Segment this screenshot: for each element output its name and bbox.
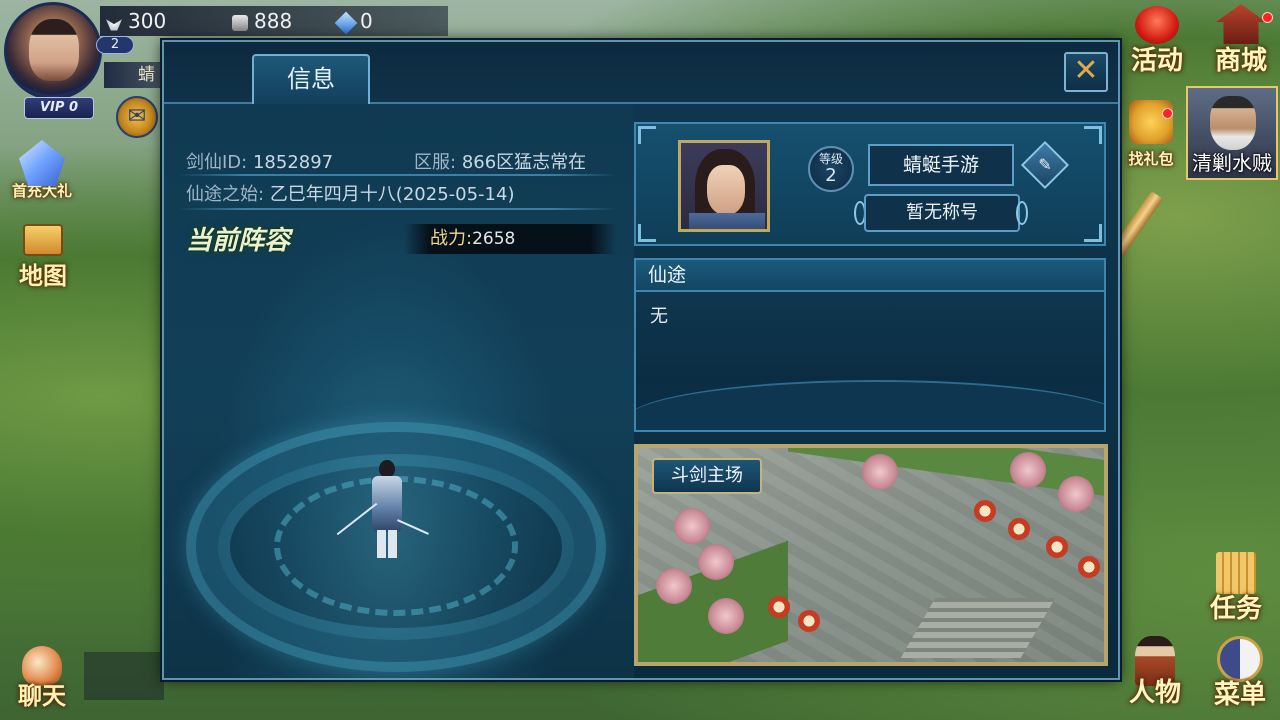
gem-icon — [334, 11, 358, 34]
player-level-badge: 2 — [96, 36, 134, 54]
blossom-tree — [656, 568, 692, 604]
rename-button[interactable]: ✎ — [1020, 140, 1070, 190]
war-drum — [798, 610, 820, 632]
pavilion-icon — [1216, 4, 1266, 44]
start-date-label: 仙途之始: — [186, 184, 265, 205]
combat-power-value: 2658 — [472, 229, 516, 249]
shop-label: 商城 — [1214, 46, 1267, 76]
chat-preview-strip[interactable] — [84, 652, 164, 700]
blossom-tree — [1058, 476, 1094, 512]
blossom-tree — [708, 598, 744, 634]
war-drum — [1046, 536, 1068, 558]
war-drum — [1008, 518, 1030, 540]
player-avatar[interactable] — [4, 2, 102, 100]
start-date-value: 乙巳年四月十八(2025-05-14) — [269, 184, 515, 205]
pen-icon: ✎ — [1038, 155, 1052, 174]
war-drum — [768, 596, 790, 618]
boss-event-label: 清剿水贼 — [1192, 151, 1272, 175]
mail-icon[interactable]: ✉ — [116, 96, 158, 138]
war-drum — [974, 500, 996, 522]
blossom-tree — [1010, 452, 1046, 488]
ingot-icon — [232, 14, 248, 31]
hero-legs — [377, 530, 397, 558]
player-id-label: 剑仙ID: — [186, 152, 248, 173]
start-date-line: 仙途之始: 乙巳年四月十八(2025-05-14) — [186, 180, 514, 206]
activity-label: 活动 — [1130, 46, 1183, 76]
vip-badge[interactable]: VIP 0 — [24, 97, 94, 119]
arena-stairs — [900, 598, 1056, 658]
gift-pack-button[interactable]: 找礼包 — [1118, 100, 1184, 176]
blossom-tree — [698, 544, 734, 580]
profile-title[interactable]: 暂无称号 — [864, 194, 1020, 232]
path-value: 无 — [650, 306, 668, 327]
profile-level-circle: 等级 2 — [808, 146, 854, 192]
lineup-title: 当前阵容 — [186, 226, 291, 256]
profile-name: 蜻蜓手游 — [868, 144, 1014, 186]
character-button[interactable]: 人物 — [1118, 636, 1192, 718]
arena-preview[interactable]: 斗剑主场 — [634, 444, 1108, 666]
map-label: 地图 — [19, 262, 67, 290]
menu-label: 菜单 — [1213, 680, 1266, 710]
quest-button[interactable]: 任务 — [1196, 552, 1276, 626]
map-button[interactable]: 地图 — [8, 224, 78, 290]
server-label: 区服: — [414, 152, 457, 173]
gift-pack-label: 找礼包 — [1128, 150, 1174, 168]
profile-level-value: 2 — [825, 165, 837, 186]
menu-button[interactable]: 菜单 — [1202, 636, 1278, 718]
profile-portrait[interactable] — [678, 140, 770, 232]
shop-notification-dot — [1262, 12, 1273, 23]
card-corner — [1084, 126, 1102, 144]
boss-event-button[interactable]: 清剿水贼 — [1186, 86, 1278, 180]
info-divider-1 — [178, 174, 618, 176]
portrait-face — [707, 165, 745, 215]
lantern-icon — [1135, 6, 1179, 44]
player-id-line: 剑仙ID: 1852897 — [186, 148, 333, 174]
gift-bag-icon — [1129, 100, 1173, 144]
card-corner — [638, 224, 656, 242]
server-line: 区服: 866区猛志常在 — [414, 148, 586, 174]
quest-label: 任务 — [1209, 594, 1262, 624]
server-value: 866区猛志常在 — [461, 152, 587, 173]
arena-label: 斗剑主场 — [652, 458, 762, 494]
card-corner — [1084, 224, 1102, 242]
gift-notification-dot — [1162, 108, 1173, 119]
info-panel: 信息 ✕ 剑仙ID: 1852897 区服: 866区猛志常在 仙途之始: 乙巳… — [162, 40, 1120, 680]
war-drum — [1078, 556, 1100, 578]
resource-3: 0 — [334, 8, 373, 34]
character-label: 人物 — [1128, 678, 1181, 708]
player-info-area: 剑仙ID: 1852897 区服: 866区猛志常在 仙途之始: 乙巳年四月十八… — [164, 104, 634, 678]
title-right-ornament — [1016, 201, 1028, 225]
blossom-tree — [674, 508, 710, 544]
profile-level-label: 等级 — [818, 152, 843, 166]
wing-icon — [106, 19, 122, 31]
tab-info[interactable]: 信息 — [252, 54, 370, 104]
combat-power-label: 战力: — [430, 228, 473, 249]
close-button[interactable]: ✕ — [1064, 52, 1108, 92]
resource-2: 888 — [232, 8, 292, 34]
avatar-face — [29, 19, 79, 81]
resource-1: 300 — [106, 8, 166, 34]
boss-portrait — [1210, 96, 1256, 150]
hero-character[interactable] — [336, 460, 429, 560]
player-name-fragment: 蜻 — [138, 65, 155, 85]
combat-power-band: 战力:2658 — [404, 224, 616, 254]
player-name-strip: 蜻 — [104, 62, 164, 88]
path-heading: 仙途 — [636, 260, 1104, 292]
path-section: 仙途 无 — [634, 258, 1106, 432]
activity-button[interactable]: 活动 — [1124, 6, 1190, 82]
player-id-value: 1852897 — [252, 152, 334, 173]
profile-card: 等级 2 蜻蜓手游 ✎ 暂无称号 — [634, 122, 1106, 246]
portrait-armor — [689, 213, 765, 229]
wave-decoration — [636, 380, 1104, 430]
chat-button[interactable]: 聊天 — [6, 646, 78, 718]
info-divider-2 — [178, 208, 618, 210]
close-icon: ✕ — [1073, 53, 1099, 88]
map-scroll-icon — [23, 224, 63, 256]
first-recharge-gift-button[interactable]: 首充大礼 — [2, 140, 82, 208]
card-corner — [638, 126, 656, 144]
blossom-tree — [862, 454, 898, 490]
chat-label: 聊天 — [18, 682, 66, 710]
